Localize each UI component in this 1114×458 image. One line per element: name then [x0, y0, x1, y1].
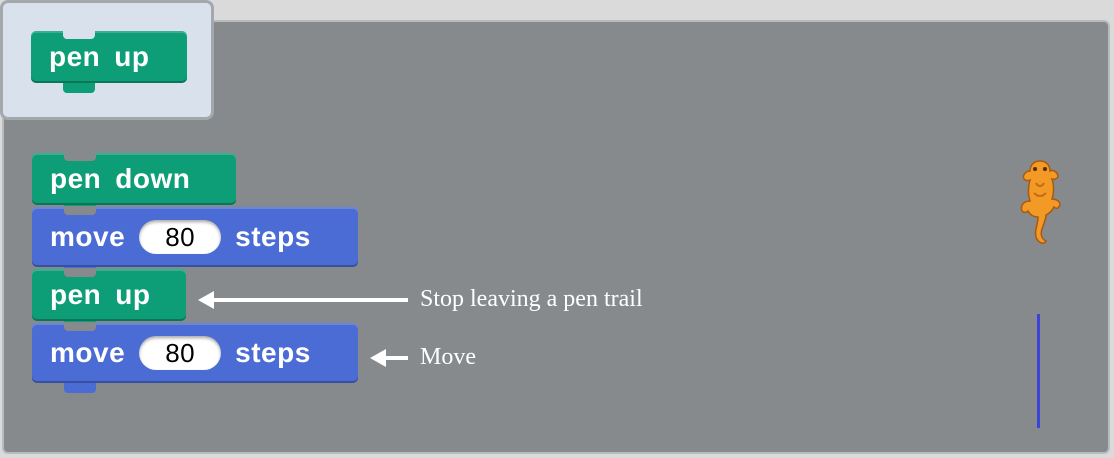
steps-input[interactable]: 80: [139, 336, 222, 370]
dragon-sprite-icon[interactable]: [1016, 155, 1064, 251]
pen-up-block[interactable]: pen up: [32, 268, 186, 331]
pen-down-block[interactable]: pen down: [32, 152, 236, 215]
block-notch: [64, 322, 96, 331]
block-word: move: [50, 221, 126, 252]
block-notch: [63, 30, 95, 39]
block-word: pen: [50, 163, 102, 194]
block-notch: [64, 152, 96, 161]
block-word: steps: [235, 221, 311, 252]
palette-pen-up-block[interactable]: pen up: [31, 30, 187, 93]
move-steps-block[interactable]: move 80 steps: [32, 322, 358, 393]
block-word: pen: [50, 279, 102, 310]
move-annotation: Move: [370, 344, 476, 371]
block-word: pen: [49, 41, 101, 72]
pen-up-annotation: Stop leaving a pen trail: [198, 286, 643, 313]
block-word: up: [114, 41, 150, 72]
arrow-left-icon: [370, 348, 386, 367]
block-word: up: [115, 279, 151, 310]
arrow-line: [214, 297, 408, 302]
arrow-left-icon: [198, 290, 214, 309]
block-notch: [64, 206, 96, 215]
block-word: down: [115, 163, 191, 194]
block-word: steps: [235, 337, 311, 368]
annotation-text: Move: [420, 344, 476, 370]
pen-trail-line: [1037, 314, 1040, 428]
dragon-body: [1020, 160, 1061, 244]
move-steps-block[interactable]: move 80 steps: [32, 206, 358, 277]
annotation-text: Stop leaving a pen trail: [420, 286, 643, 312]
steps-input[interactable]: 80: [139, 220, 222, 254]
app-root: pen down move 80 steps pen up move 80 st…: [0, 0, 1114, 458]
block-word: move: [50, 337, 126, 368]
arrow-line: [386, 355, 408, 360]
palette-panel: pen up: [0, 0, 214, 120]
block-notch: [64, 268, 96, 277]
